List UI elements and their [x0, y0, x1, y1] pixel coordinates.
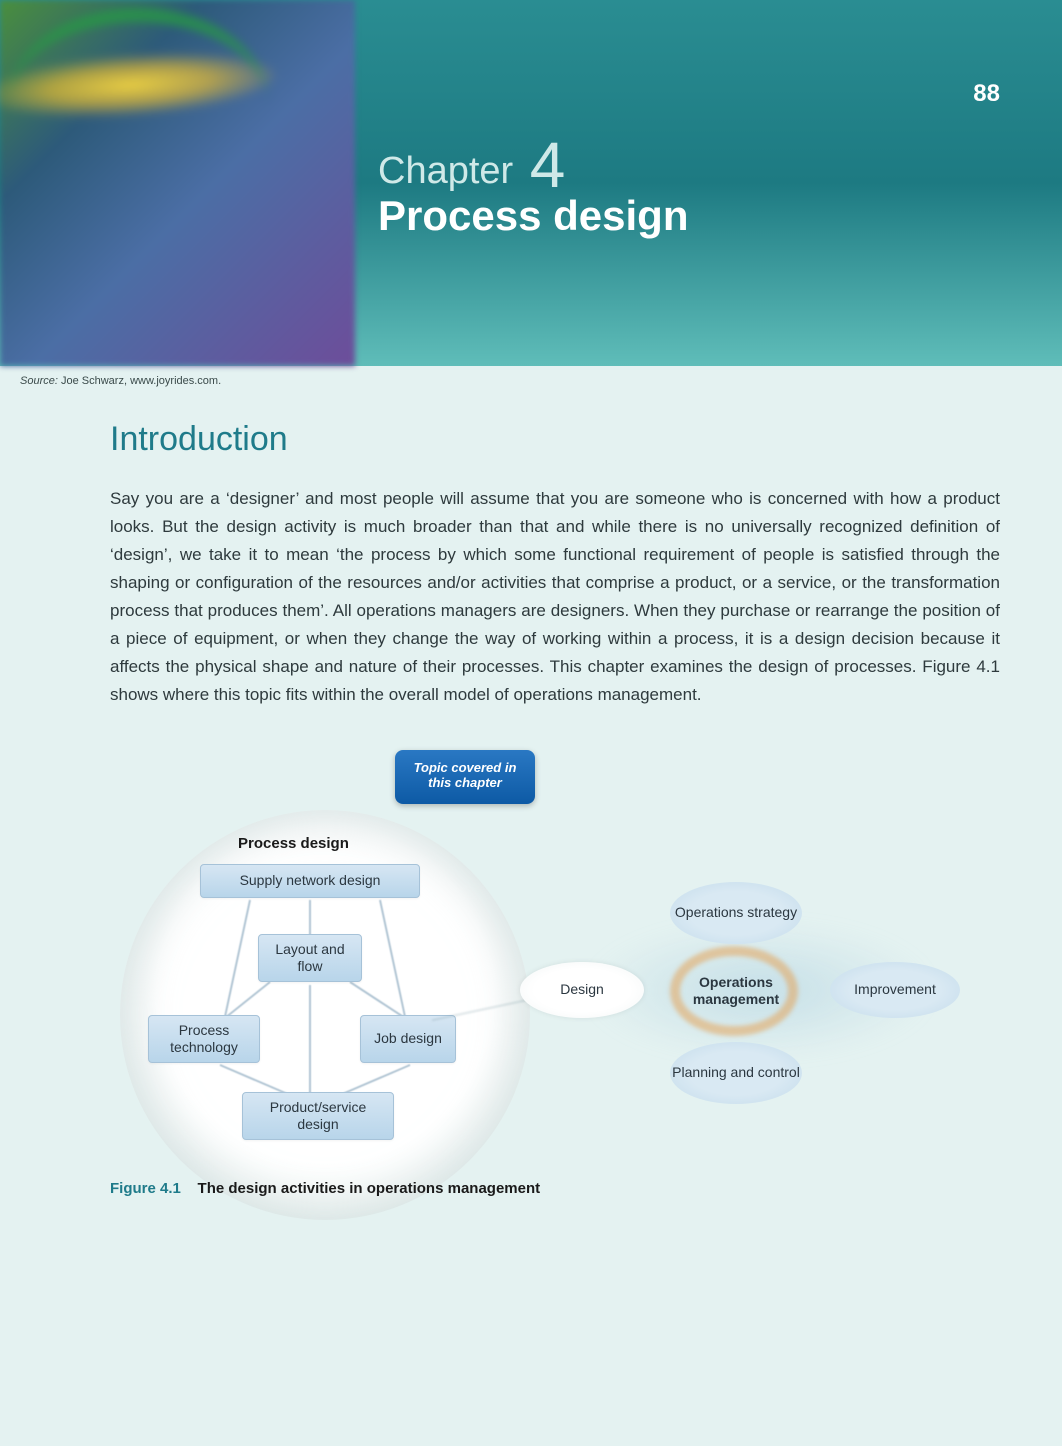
node-improvement: Improvement: [830, 962, 960, 1018]
chapter-number: 4: [530, 129, 566, 201]
figure-4-1: Topic covered in this chapter Process de…: [110, 750, 1000, 1200]
chapter-label: Chapter 4: [378, 128, 565, 202]
page-number: 88: [973, 80, 1000, 108]
header-photo: [0, 0, 355, 366]
node-process-technology: Process technology: [148, 1015, 260, 1063]
process-design-title: Process design: [238, 835, 349, 852]
topic-badge: Topic covered in this chapter: [395, 750, 535, 804]
node-planning-and-control: Planning and control: [670, 1042, 802, 1104]
intro-heading: Introduction: [110, 420, 1000, 459]
figure-number: Figure 4.1: [110, 1180, 181, 1197]
source-label: Source:: [20, 375, 58, 387]
node-operations-strategy: Operations strategy: [670, 882, 802, 944]
figure-title: The design activities in operations mana…: [198, 1180, 541, 1197]
node-layout-and-flow: Layout and flow: [258, 934, 362, 982]
node-design: Design: [520, 962, 644, 1018]
node-supply-network-design: Supply network design: [200, 864, 420, 898]
node-job-design: Job design: [360, 1015, 456, 1063]
chapter-title: Process design: [378, 192, 688, 240]
content-area: Introduction Say you are a ‘designer’ an…: [110, 420, 1000, 709]
chapter-label-text: Chapter: [378, 150, 513, 192]
node-product-service-design: Product/service design: [242, 1092, 394, 1140]
figure-caption: Figure 4.1 The design activities in oper…: [110, 1180, 540, 1197]
intro-body: Say you are a ‘designer’ and most people…: [110, 485, 1000, 709]
node-operations-management: Operations management: [662, 966, 810, 1016]
header-band: 88 Chapter 4 Process design: [0, 0, 1062, 366]
image-source: Source: Joe Schwarz, www.joyrides.com.: [20, 375, 221, 387]
source-text: Joe Schwarz, www.joyrides.com.: [61, 375, 221, 387]
operations-management-group: Operations strategy Improvement Planning…: [540, 850, 990, 1130]
